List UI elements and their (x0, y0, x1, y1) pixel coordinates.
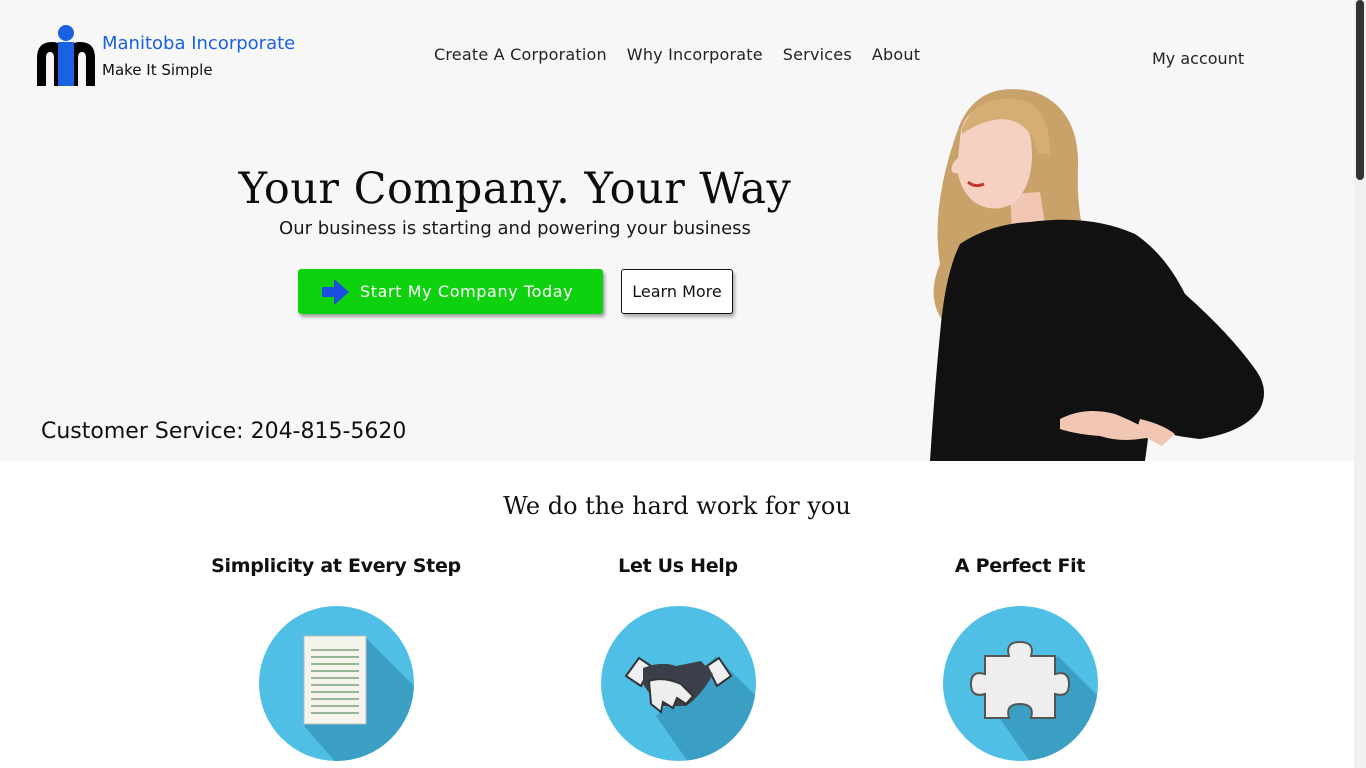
nav-item-create-corporation[interactable]: Create A Corporation (434, 45, 607, 64)
learn-more-button[interactable]: Learn More (621, 269, 733, 314)
feature-let-us-help: Let Us Help (528, 555, 828, 761)
features-title: We do the hard work for you (503, 492, 851, 520)
feature-simplicity: Simplicity at Every Step (186, 555, 486, 761)
scrollbar-thumb[interactable] (1356, 0, 1364, 180)
feature-title: Let Us Help (618, 555, 738, 577)
nav-item-why-incorporate[interactable]: Why Incorporate (627, 45, 763, 64)
hero-subtitle: Our business is starting and powering yo… (279, 218, 751, 239)
nav-item-services[interactable]: Services (783, 45, 852, 64)
brand-tagline: Make It Simple (102, 61, 213, 79)
feature-perfect-fit: A Perfect Fit (870, 555, 1170, 761)
main-nav: Create A Corporation Why Incorporate Ser… (434, 45, 920, 64)
hero-woman-image (930, 89, 1264, 461)
nav-item-about[interactable]: About (872, 45, 920, 64)
customer-service-phone: Customer Service: 204-815-5620 (41, 419, 407, 444)
puzzle-piece-icon (943, 606, 1098, 761)
handshake-icon (601, 606, 756, 761)
page-scrollbar[interactable] (1354, 0, 1366, 768)
start-company-label: Start My Company Today (360, 282, 574, 301)
logo-icon[interactable] (36, 24, 96, 86)
arrow-right-icon (322, 278, 349, 305)
brand-name[interactable]: Manitoba Incorporate (102, 33, 295, 54)
document-icon (259, 606, 414, 761)
feature-title: A Perfect Fit (954, 555, 1086, 577)
feature-title: Simplicity at Every Step (211, 555, 461, 577)
my-account-link[interactable]: My account (1152, 49, 1244, 68)
start-company-button[interactable]: Start My Company Today (298, 269, 603, 314)
hero-title: Your Company. Your Way (238, 164, 792, 214)
